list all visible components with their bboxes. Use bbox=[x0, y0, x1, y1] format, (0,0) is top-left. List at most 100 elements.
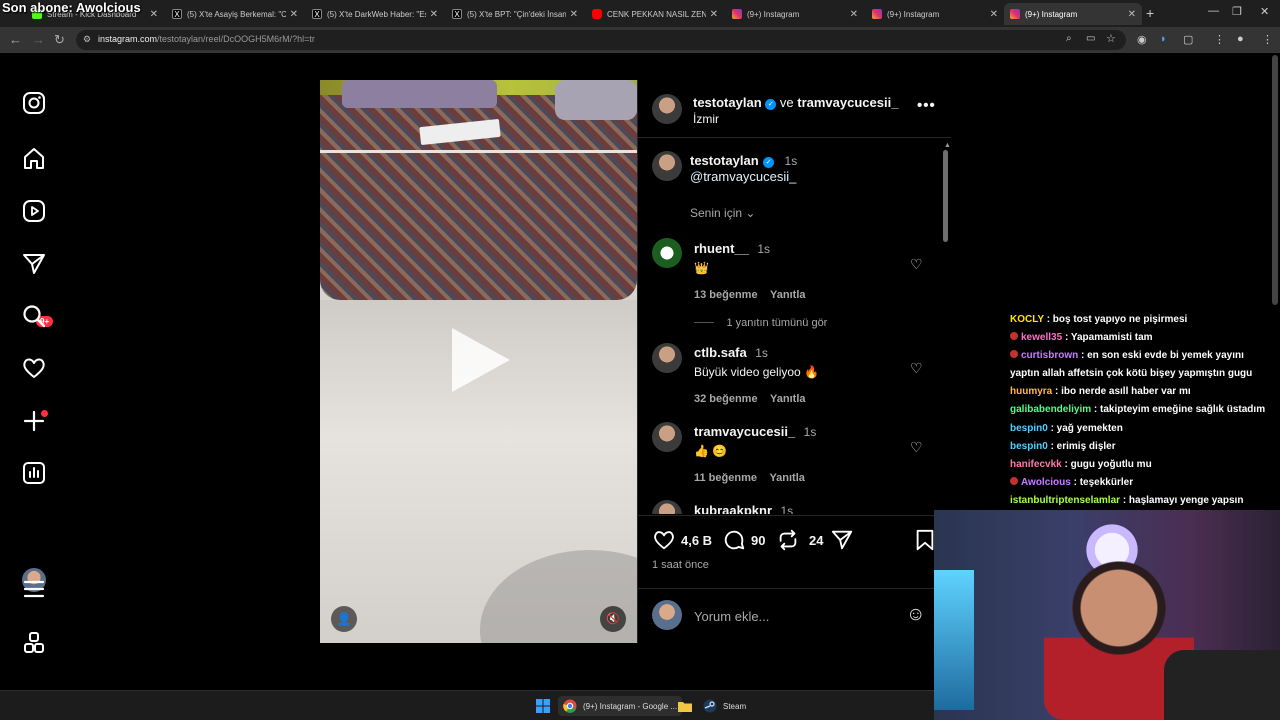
new-tab-icon[interactable]: + bbox=[1146, 5, 1154, 21]
close-icon[interactable]: ✕ bbox=[290, 9, 298, 20]
play-icon[interactable] bbox=[452, 328, 510, 392]
reply-button[interactable]: Yanıtla bbox=[770, 289, 805, 301]
collab-username[interactable]: tramvaycucesii_ bbox=[797, 95, 898, 110]
browser-toolbar: ← → ↻ ⚙ instagram.com/testotaylan/reel/D… bbox=[0, 27, 1280, 53]
comment-avatar[interactable] bbox=[652, 500, 682, 514]
more-options-icon[interactable]: ••• bbox=[917, 97, 936, 114]
notifications-heart-icon[interactable] bbox=[21, 355, 47, 381]
menu-icon[interactable]: ⋮ bbox=[1262, 33, 1273, 46]
profile-icon[interactable]: ● bbox=[1237, 33, 1244, 45]
comments-scrollbar[interactable] bbox=[943, 150, 948, 242]
create-plus-icon[interactable] bbox=[21, 408, 47, 434]
close-icon[interactable]: ✕ bbox=[570, 9, 578, 20]
start-button[interactable] bbox=[530, 696, 556, 716]
close-window-icon[interactable]: ✕ bbox=[1260, 5, 1269, 18]
caption-username[interactable]: testotaylan bbox=[690, 153, 759, 168]
dashboard-icon[interactable] bbox=[21, 460, 47, 486]
view-replies[interactable]: 1 yanıtın tümünü gör bbox=[694, 313, 827, 331]
chat-message: KOCLY : boş tost yapıyo ne pişirmesi bbox=[1010, 311, 1278, 329]
messages-icon[interactable] bbox=[21, 251, 47, 277]
like-button[interactable]: 4,6 B bbox=[652, 528, 712, 552]
comment-username[interactable]: rhuent__ bbox=[694, 241, 749, 256]
scroll-up-icon[interactable]: ▲ bbox=[944, 142, 951, 149]
sidepanel-icon[interactable]: ⋮ bbox=[1214, 33, 1225, 46]
share-button[interactable] bbox=[830, 528, 854, 552]
comment-avatar[interactable] bbox=[652, 422, 682, 452]
taskbar-explorer[interactable] bbox=[672, 696, 698, 716]
close-icon[interactable]: ✕ bbox=[710, 9, 718, 20]
chat-username: KOCLY bbox=[1010, 314, 1044, 325]
minimize-icon[interactable]: — bbox=[1208, 5, 1219, 17]
extensions-puzzle-icon[interactable]: ▢ bbox=[1183, 33, 1193, 46]
caption-mention[interactable]: @tramvaycucesii_ bbox=[690, 169, 796, 184]
close-icon[interactable]: ✕ bbox=[430, 9, 438, 20]
site-info-icon[interactable]: ⚙ bbox=[83, 34, 91, 45]
comment-avatar[interactable] bbox=[652, 343, 682, 373]
comment-item: ctlb.safa 1s Büyük video geliyoo 🔥 32 be… bbox=[694, 344, 974, 407]
chat-message: curtisbrown : en son eski evde bi yemek … bbox=[1010, 347, 1278, 365]
close-icon[interactable]: ✕ bbox=[990, 9, 998, 20]
reply-button[interactable]: Yanıtla bbox=[769, 472, 804, 484]
author-username[interactable]: testotaylan bbox=[693, 95, 762, 110]
reels-icon[interactable] bbox=[21, 198, 47, 224]
add-comment-input[interactable]: Yorum ekle... bbox=[694, 609, 769, 624]
tab-youtube[interactable]: CENK PEKKAN NASIL ZENGİ... ✕ bbox=[586, 3, 724, 25]
maximize-icon[interactable]: ❐ bbox=[1232, 5, 1242, 18]
tab-x-asayis[interactable]: X (5) X'te Asayiş Berkemal: "Ci... ✕ bbox=[166, 3, 304, 25]
repost-button[interactable]: 24 bbox=[776, 528, 823, 552]
bookmark-star-icon[interactable]: ☆ bbox=[1106, 32, 1116, 45]
tab-x-darkweb[interactable]: X (5) X'te DarkWeb Haber: "Es... ✕ bbox=[306, 3, 444, 25]
post-location[interactable]: İzmir bbox=[693, 112, 719, 126]
comment-like-heart-icon[interactable]: ♡ bbox=[910, 439, 923, 456]
tab-instagram-2[interactable]: (9+) Instagram ✕ bbox=[866, 3, 1004, 25]
comment-text: Büyük video geliyoo 🔥 bbox=[694, 365, 820, 379]
close-icon[interactable]: ✕ bbox=[1128, 9, 1136, 20]
comment-username[interactable]: ctlb.safa bbox=[694, 345, 747, 360]
comment-likes[interactable]: 13 beğenme bbox=[694, 289, 758, 301]
tab-x-bpt[interactable]: X (5) X'te BPT: "Çin'deki İnsan... ✕ bbox=[446, 3, 584, 25]
save-button[interactable] bbox=[914, 528, 936, 552]
extension-icon[interactable]: ◉ bbox=[1137, 33, 1147, 46]
home-icon[interactable] bbox=[21, 146, 47, 172]
reel-video[interactable]: 👤 🔇 bbox=[320, 80, 637, 643]
reply-button[interactable]: Yanıtla bbox=[770, 393, 805, 405]
page-scrollbar[interactable] bbox=[1272, 55, 1278, 305]
zoom-icon[interactable]: ⌕ bbox=[1066, 33, 1072, 44]
reload-icon[interactable]: ↻ bbox=[54, 32, 65, 48]
search-icon[interactable] bbox=[21, 303, 47, 329]
comment-like-heart-icon[interactable]: ♡ bbox=[910, 256, 923, 273]
chat-message: bespin0 : erimiş dişler bbox=[1010, 438, 1278, 456]
taskbar-chrome[interactable]: (9+) Instagram - Google ... bbox=[558, 696, 683, 716]
mute-icon[interactable]: 🔇 bbox=[600, 606, 626, 632]
close-icon[interactable]: ✕ bbox=[850, 9, 858, 20]
comment-button[interactable]: 90 bbox=[722, 528, 765, 552]
caption-avatar[interactable] bbox=[652, 151, 682, 181]
close-icon[interactable]: ✕ bbox=[150, 9, 158, 20]
instagram-icon bbox=[732, 9, 742, 19]
author-avatar[interactable] bbox=[652, 94, 682, 124]
cast-icon[interactable]: ▭ bbox=[1086, 33, 1095, 44]
emoji-icon[interactable]: ☺ bbox=[906, 604, 925, 626]
comment-username[interactable]: tramvaycucesii_ bbox=[694, 424, 795, 439]
tagged-user-icon[interactable]: 👤 bbox=[331, 606, 357, 632]
comment-avatar[interactable] bbox=[652, 238, 682, 268]
extension-icon[interactable]: ◗ bbox=[1160, 33, 1167, 45]
chat-text: : takipteyim emeğine sağlık üstadım bbox=[1093, 404, 1266, 416]
comment-likes[interactable]: 32 beğenme bbox=[694, 393, 758, 405]
back-icon[interactable]: ← bbox=[9, 32, 22, 47]
comment-like-heart-icon[interactable]: ♡ bbox=[910, 360, 923, 377]
tab-instagram-active[interactable]: (9+) Instagram ✕ bbox=[1004, 3, 1142, 25]
taskbar-steam[interactable]: Steam bbox=[698, 696, 751, 716]
chat-username: hanifecvkk bbox=[1010, 458, 1062, 470]
address-bar[interactable]: ⚙ instagram.com/testotaylan/reel/DcOOGH5… bbox=[76, 30, 1126, 50]
comment-username[interactable]: kubraakpknr bbox=[694, 503, 772, 514]
comment-likes[interactable]: 11 beğenme bbox=[694, 472, 757, 484]
posted-time[interactable]: 1 saat önce bbox=[652, 559, 709, 571]
tab-instagram-1[interactable]: (9+) Instagram ✕ bbox=[726, 3, 864, 25]
more-menu-icon[interactable] bbox=[21, 576, 47, 602]
instagram-logo-icon[interactable] bbox=[21, 90, 47, 116]
apps-grid-icon[interactable] bbox=[21, 630, 47, 656]
forward-icon[interactable]: → bbox=[32, 32, 45, 47]
tab-label: (9+) Instagram bbox=[1025, 9, 1078, 19]
sort-dropdown[interactable]: Senin için ⌄ bbox=[690, 206, 755, 220]
